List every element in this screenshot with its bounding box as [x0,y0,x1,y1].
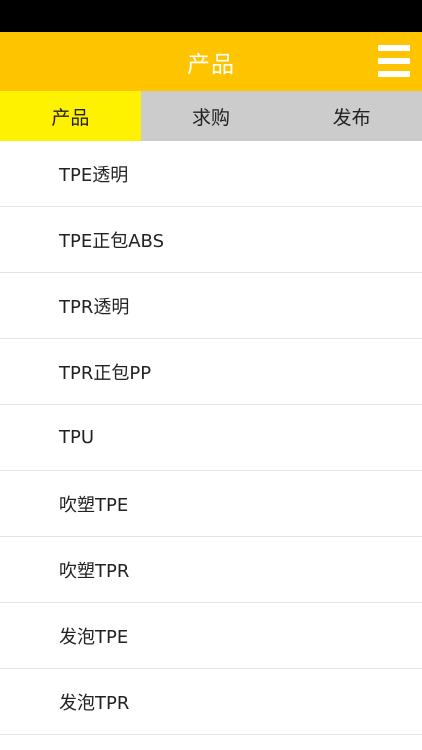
list-item[interactable]: TPE透明 [0,141,422,207]
list-item[interactable]: TPU [0,405,422,471]
menu-bar [378,58,410,64]
tab-products[interactable]: 产品 [0,91,141,141]
status-bar [0,0,422,32]
tab-purchase[interactable]: 求购 [141,91,282,141]
tab-bar: 产品 求购 发布 [0,91,422,141]
list-item[interactable]: TPR正包PP [0,339,422,405]
page-title: 产品 [187,51,235,78]
list-item[interactable]: 发泡TPE [0,603,422,669]
list-item[interactable]: 吹塑TPE [0,471,422,537]
menu-bar [378,71,410,77]
list-item[interactable]: 吹塑TPR [0,537,422,603]
hamburger-menu-icon[interactable] [378,45,410,77]
product-list: TPE透明 TPE正包ABS TPR透明 TPR正包PP TPU 吹塑TPE 吹… [0,141,422,735]
list-item[interactable]: 发泡TPR [0,669,422,735]
list-item[interactable]: TPE正包ABS [0,207,422,273]
tab-publish[interactable]: 发布 [281,91,422,141]
menu-bar [378,45,410,51]
list-item[interactable]: TPR透明 [0,273,422,339]
app-header: 产品 [0,32,422,91]
